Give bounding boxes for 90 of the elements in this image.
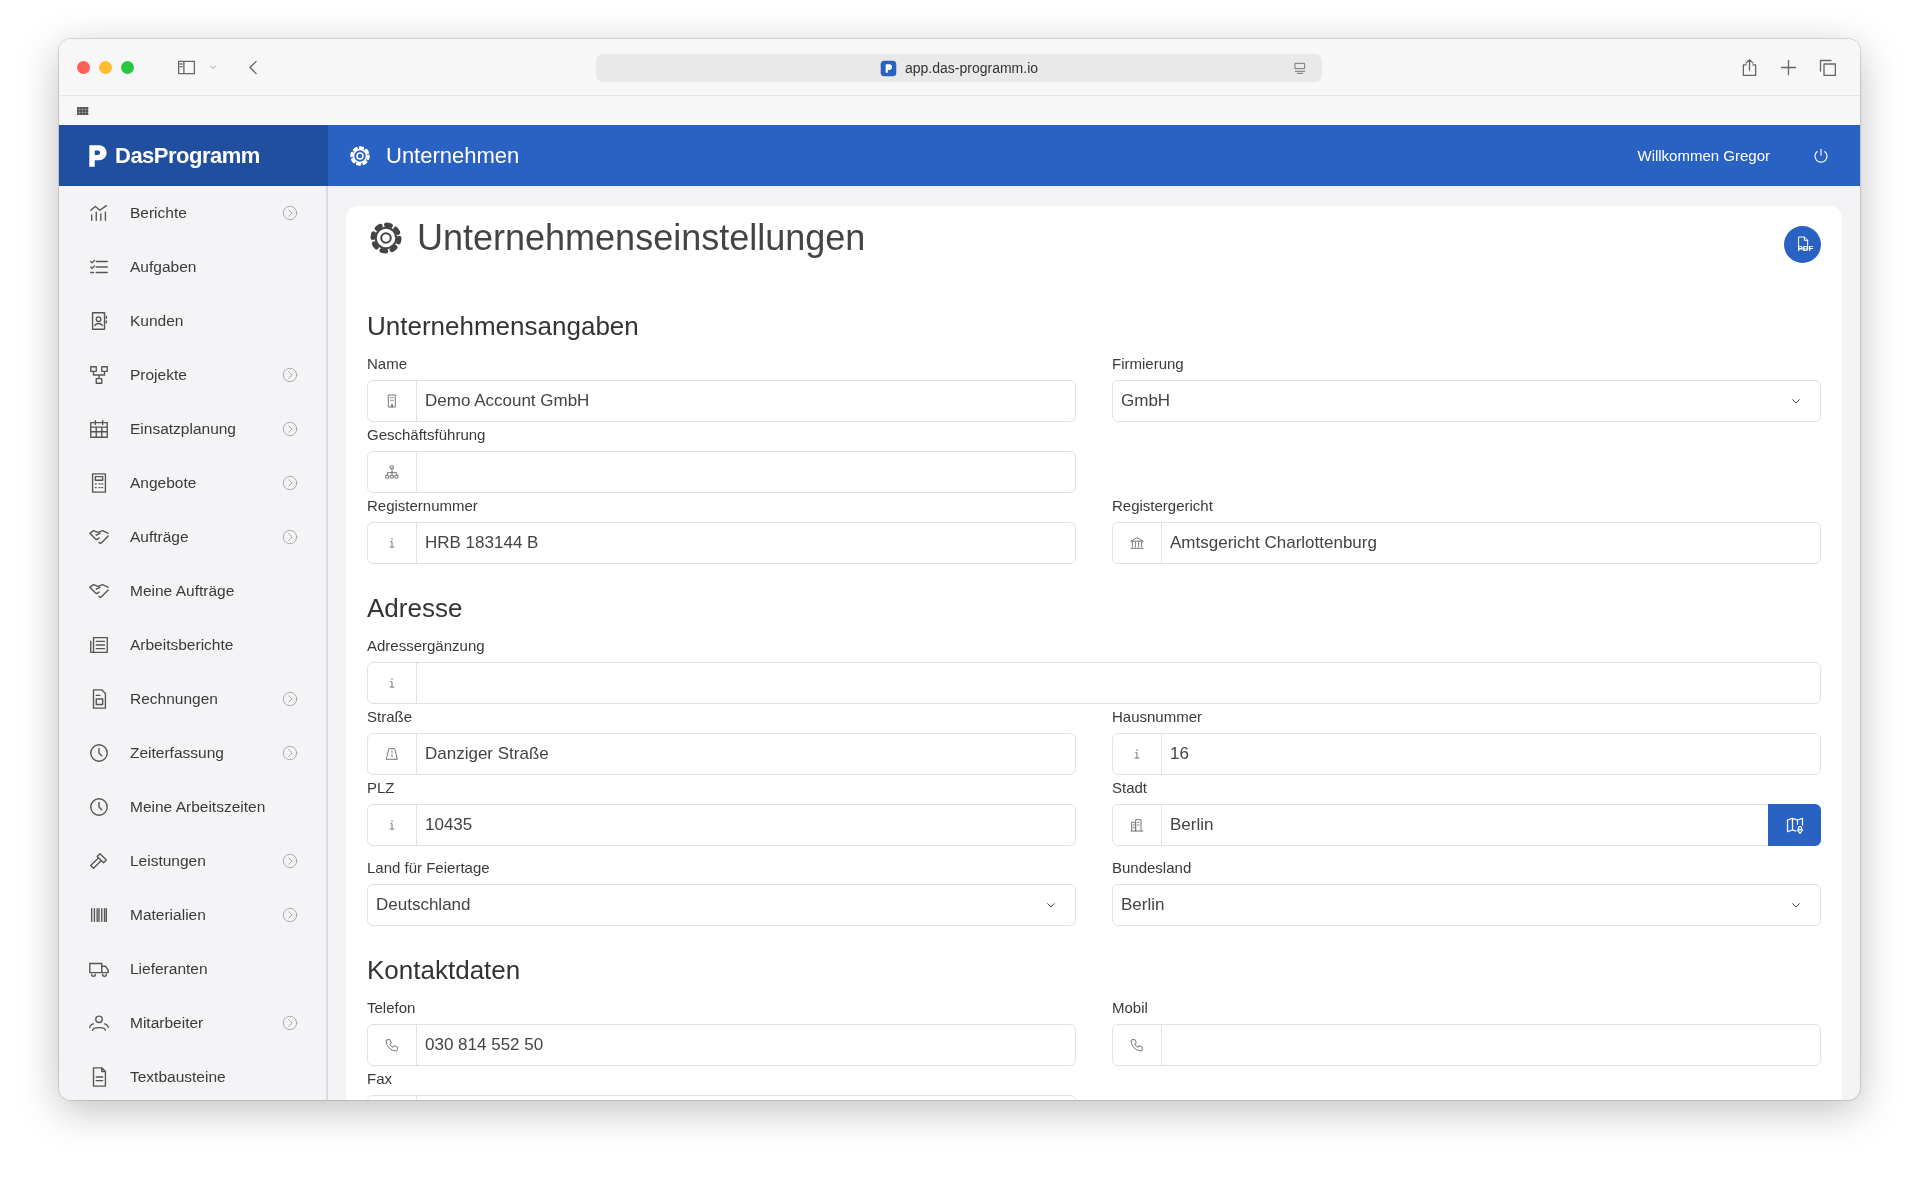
- page-title: Unternehmen: [386, 142, 520, 169]
- sitemap-icon: [384, 464, 400, 480]
- section-heading: Kontaktdaten: [367, 954, 522, 986]
- expand-icon[interactable]: [282, 907, 298, 923]
- field-label: Hausnummer: [1112, 707, 1204, 727]
- section-heading: Adresse: [367, 592, 464, 624]
- sidebar-item[interactable]: Arbeitsberichte: [59, 618, 326, 672]
- input-field[interactable]: [367, 451, 1076, 493]
- field-label: PLZ: [367, 778, 396, 798]
- expand-icon[interactable]: [282, 745, 298, 761]
- input-field[interactable]: 16: [1112, 733, 1821, 775]
- calendar-icon: [88, 418, 110, 440]
- page-heading: Unternehmenseinstellungen: [417, 217, 866, 259]
- expand-icon[interactable]: [282, 529, 298, 545]
- phone-icon: [384, 1037, 400, 1053]
- expand-icon[interactable]: [282, 205, 298, 221]
- sidebar-item[interactable]: Lieferanten: [59, 942, 326, 996]
- greeting-text: Willkommen Gregor: [1637, 147, 1770, 164]
- sidebar-item[interactable]: Zeiterfassung: [59, 726, 326, 780]
- sidebar-item[interactable]: Angebote: [59, 456, 326, 510]
- newspaper-icon: [88, 634, 110, 656]
- sidebar-item[interactable]: Textbausteine: [59, 1050, 326, 1100]
- section-heading: Unternehmensangaben: [367, 310, 640, 342]
- minimize-window-button[interactable]: [99, 60, 112, 74]
- road-icon: [384, 746, 400, 762]
- power-icon[interactable]: [1812, 146, 1830, 165]
- field-label: Telefon: [367, 998, 417, 1018]
- logo-text[interactable]: DasProgramm: [115, 142, 260, 169]
- sidebar-item[interactable]: Mitarbeiter: [59, 996, 326, 1050]
- field-label: Mobil: [1112, 998, 1149, 1018]
- sidebar-item[interactable]: Leistungen: [59, 834, 326, 888]
- pdf-export-button[interactable]: PDF: [1784, 225, 1821, 263]
- field-label: Land für Feiertage: [367, 858, 491, 878]
- close-window-button[interactable]: [77, 60, 90, 74]
- clock-icon: [88, 796, 110, 818]
- bar-chart-icon: [88, 202, 110, 224]
- dropdown-field[interactable]: GmbH: [1112, 380, 1821, 422]
- sidebar-item[interactable]: Materialien: [59, 888, 326, 942]
- sidebar-item[interactable]: Projekte: [59, 348, 326, 402]
- field-label: Name: [367, 354, 408, 374]
- phone-icon: [1129, 1037, 1145, 1053]
- input-field[interactable]: HRB 183144 B: [367, 522, 1076, 564]
- hammer-icon: [88, 850, 110, 872]
- dropdown-field[interactable]: Deutschland: [367, 884, 1076, 926]
- expand-icon[interactable]: [282, 367, 298, 383]
- address-bar[interactable]: app.das-programm.io: [596, 54, 1322, 82]
- input-field[interactable]: Berlin: [1112, 804, 1821, 846]
- input-field[interactable]: Danziger Straße: [367, 733, 1076, 775]
- expand-icon[interactable]: [282, 475, 298, 491]
- field-label: Geschäftsführung: [367, 425, 487, 445]
- field-label: Bundesland: [1112, 858, 1193, 878]
- field-label: Firmierung: [1112, 354, 1185, 374]
- field-label: Stadt: [1112, 778, 1149, 798]
- expand-icon[interactable]: [282, 853, 298, 869]
- input-field[interactable]: Demo Account GmbH: [367, 380, 1076, 422]
- settings-icon: [348, 143, 372, 168]
- expand-icon[interactable]: [282, 691, 298, 707]
- map-button[interactable]: [1768, 804, 1821, 846]
- site-icon: [879, 59, 897, 77]
- sidebar-item[interactable]: Meine Arbeitszeiten: [59, 780, 326, 834]
- apps-grid-icon[interactable]: [77, 106, 89, 115]
- sidebar-item[interactable]: Meine Aufträge: [59, 564, 326, 618]
- input-field[interactable]: Amtsgericht Charlottenburg: [1112, 522, 1821, 564]
- url-text: app.das-programm.io: [904, 60, 1039, 76]
- sidebar-item[interactable]: Aufgaben: [59, 240, 326, 294]
- sidebar-item[interactable]: Kunden: [59, 294, 326, 348]
- sidebar-item[interactable]: Einsatzplanung: [59, 402, 326, 456]
- clock-icon: [88, 742, 110, 764]
- maximize-window-button[interactable]: [121, 60, 134, 74]
- flowchart-icon: [88, 364, 110, 386]
- input-field[interactable]: 030 814 552 50: [367, 1024, 1076, 1066]
- input-field[interactable]: [1112, 1024, 1821, 1066]
- field-label: Fax: [367, 1069, 393, 1089]
- expand-icon[interactable]: [282, 421, 298, 437]
- field-label: Adressergänzung: [367, 636, 486, 656]
- buildings-icon: [1129, 817, 1145, 833]
- dropdown-field[interactable]: Berlin: [1112, 884, 1821, 926]
- input-field[interactable]: [367, 662, 1821, 704]
- sidebar-item[interactable]: Berichte: [59, 186, 326, 240]
- users-icon: [88, 1012, 110, 1034]
- sidebar-item[interactable]: Aufträge: [59, 510, 326, 564]
- field-label: Registergericht: [1112, 496, 1214, 516]
- bank-icon: [1129, 535, 1145, 551]
- field-label: Registernummer: [367, 496, 479, 516]
- map-pin-icon: [1784, 815, 1805, 835]
- expand-icon[interactable]: [282, 1015, 298, 1031]
- sidebar-item[interactable]: Rechnungen: [59, 672, 326, 726]
- input-field[interactable]: 10435: [367, 804, 1076, 846]
- reader-icon[interactable]: [1292, 60, 1308, 76]
- field-label: Straße: [367, 707, 413, 727]
